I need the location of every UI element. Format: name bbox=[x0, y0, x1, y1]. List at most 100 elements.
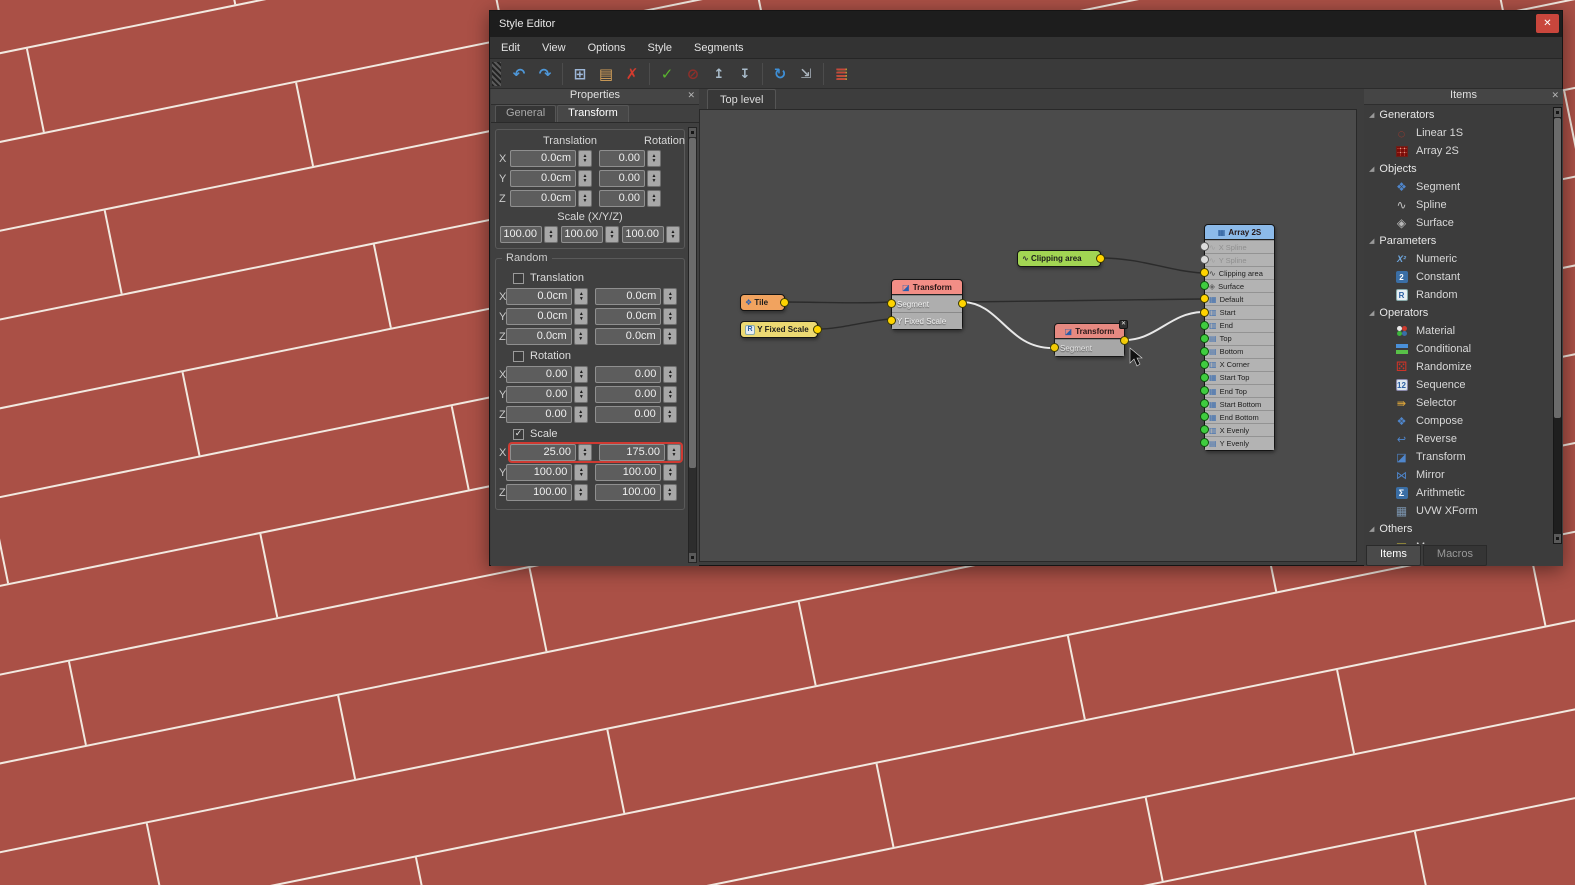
node-close-icon[interactable]: ✕ bbox=[1119, 320, 1128, 329]
array-input-default[interactable]: ▦ Default bbox=[1200, 292, 1274, 306]
menu-segments[interactable]: Segments bbox=[683, 37, 755, 58]
spinner[interactable]: ▲ ▼ bbox=[663, 288, 678, 305]
tree-item-randomize[interactable]: ⚄ Randomize bbox=[1365, 358, 1552, 376]
node-array-2s[interactable]: ▦ Array 2S ∿ X Spline ∿ Y Spline ∿ Clipping… bbox=[1200, 224, 1275, 451]
spinner[interactable]: ▲ ▼ bbox=[574, 366, 589, 383]
items-close-icon[interactable]: ✕ bbox=[1551, 90, 1559, 101]
scale-z-spinner[interactable]: ▲ ▼ bbox=[666, 226, 680, 243]
spinner[interactable]: ▲ ▼ bbox=[662, 484, 677, 501]
tab-macros[interactable]: Macros bbox=[1422, 545, 1487, 566]
random-rotation-x-min[interactable]: 0.00 bbox=[506, 366, 573, 383]
library-icon[interactable]: ≣ bbox=[829, 62, 853, 86]
delete-icon[interactable]: ✗ bbox=[620, 62, 644, 86]
random-rotation-y-min[interactable]: 0.00 bbox=[506, 386, 573, 403]
rotation-x-field[interactable]: 0.00 bbox=[599, 150, 645, 167]
tree-item-sequence[interactable]: 12 Sequence bbox=[1365, 376, 1552, 394]
properties-close-icon[interactable]: ✕ bbox=[687, 90, 695, 101]
translation-y-field[interactable]: 0.0cm bbox=[510, 170, 576, 187]
items-scrollbar[interactable] bbox=[1553, 107, 1562, 544]
apply-check-icon[interactable]: ✓ bbox=[655, 62, 679, 86]
array-input-x-spline[interactable]: ∿ X Spline bbox=[1200, 240, 1274, 254]
node-transform-2[interactable]: ◪ Transform Segment ✕ bbox=[1050, 320, 1129, 357]
spinner[interactable]: ▲ ▼ bbox=[663, 386, 678, 403]
tree-group-generators[interactable]: ◢ Generators bbox=[1365, 106, 1552, 124]
node-y-fixed-scale[interactable]: R Y Fixed Scale bbox=[740, 321, 822, 338]
rotation-z-field[interactable]: 0.00 bbox=[599, 190, 645, 207]
collapse-top-icon[interactable]: ↥ bbox=[707, 62, 731, 86]
input-port[interactable] bbox=[887, 316, 896, 325]
random-rotation-y-max[interactable]: 0.00 bbox=[595, 386, 662, 403]
input-port[interactable] bbox=[1200, 307, 1209, 317]
spinner[interactable]: ▲ ▼ bbox=[663, 366, 678, 383]
tree-item-surface[interactable]: ◈ Surface bbox=[1365, 214, 1552, 232]
array-input-y-evenly[interactable]: ▤ Y Evenly bbox=[1200, 436, 1274, 450]
output-port[interactable] bbox=[958, 299, 967, 308]
tree-item-segment[interactable]: ❖ Segment bbox=[1365, 178, 1552, 196]
tree-item-transform[interactable]: ◪ Transform bbox=[1365, 448, 1552, 466]
random-translation-x-min[interactable]: 0.0cm bbox=[506, 288, 573, 305]
spinner[interactable]: ▲ ▼ bbox=[667, 444, 681, 461]
menu-options[interactable]: Options bbox=[577, 37, 637, 58]
spinner[interactable]: ▲ ▼ bbox=[578, 444, 592, 461]
tree-item-macro[interactable]: ▩Macro bbox=[1365, 538, 1552, 544]
tree-item-conditional[interactable]: Conditional bbox=[1365, 340, 1552, 358]
input-port[interactable] bbox=[1200, 346, 1209, 356]
array-input-end-top[interactable]: ▦ End Top bbox=[1200, 384, 1274, 398]
input-port[interactable] bbox=[1200, 255, 1209, 265]
array-input-start[interactable]: ▥ Start bbox=[1200, 305, 1274, 319]
rotation-y-spinner[interactable]: ▲ ▼ bbox=[647, 170, 661, 187]
random-scale-y-max[interactable]: 100.00 bbox=[595, 464, 662, 481]
input-port[interactable] bbox=[1200, 294, 1209, 304]
paste-icon[interactable]: ▤ bbox=[594, 62, 618, 86]
properties-scrollbar[interactable] bbox=[688, 127, 697, 563]
input-port[interactable] bbox=[1200, 412, 1209, 422]
redo-icon[interactable]: ↷ bbox=[533, 62, 557, 86]
node-transform-1[interactable]: ◪ Transform Segment Y Fixed Scale bbox=[887, 279, 967, 330]
input-port[interactable] bbox=[1200, 372, 1209, 382]
tree-group-parameters[interactable]: ◢ Parameters bbox=[1365, 232, 1552, 250]
spinner[interactable]: ▲ ▼ bbox=[662, 406, 677, 423]
array-input-end[interactable]: ▥ End bbox=[1200, 318, 1274, 332]
toolbar-drag-handle[interactable] bbox=[492, 61, 501, 86]
tree-group-operators[interactable]: ◢ Operators bbox=[1365, 304, 1552, 322]
array-input-y-spline[interactable]: ∿ Y Spline bbox=[1200, 253, 1274, 267]
export-icon[interactable]: ⇲ bbox=[794, 62, 818, 86]
input-port[interactable] bbox=[1200, 425, 1209, 435]
spinner[interactable]: ▲ ▼ bbox=[573, 328, 588, 345]
spinner[interactable]: ▲ ▼ bbox=[573, 484, 588, 501]
random-scale-z-min[interactable]: 100.00 bbox=[505, 484, 572, 501]
window-titlebar[interactable]: Style Editor ✕ bbox=[490, 11, 1562, 37]
spinner[interactable]: ▲ ▼ bbox=[574, 464, 589, 481]
tree-item-material[interactable]: Material bbox=[1365, 322, 1552, 340]
input-port[interactable] bbox=[1050, 343, 1059, 352]
spinner[interactable]: ▲ ▼ bbox=[574, 386, 589, 403]
scale-y-spinner[interactable]: ▲ ▼ bbox=[605, 226, 619, 243]
array-input-start-bottom[interactable]: ▦ Start Bottom bbox=[1200, 397, 1274, 411]
rotation-y-field[interactable]: 0.00 bbox=[599, 170, 645, 187]
random-scale-x-min[interactable]: 25.00 bbox=[510, 444, 576, 461]
tree-item-numeric[interactable]: X² Numeric bbox=[1365, 250, 1552, 268]
translation-x-spinner[interactable]: ▲ ▼ bbox=[578, 150, 592, 167]
tree-item-random[interactable]: R Random bbox=[1365, 286, 1552, 304]
menu-style[interactable]: Style bbox=[637, 37, 683, 58]
translation-x-field[interactable]: 0.0cm bbox=[510, 150, 576, 167]
array-input-clipping-area[interactable]: ∿ Clipping area bbox=[1200, 266, 1274, 280]
tree-item-linear-1s[interactable]: ◌ Linear 1S bbox=[1365, 124, 1552, 142]
array-input-x-corner[interactable]: ▥ X Corner bbox=[1200, 357, 1274, 371]
random-translation-z-max[interactable]: 0.0cm bbox=[594, 328, 661, 345]
random-translation-x-max[interactable]: 0.0cm bbox=[595, 288, 662, 305]
translation-z-spinner[interactable]: ▲ ▼ bbox=[578, 190, 592, 207]
spinner[interactable]: ▲ ▼ bbox=[573, 406, 588, 423]
random-rotation-x-max[interactable]: 0.00 bbox=[595, 366, 662, 383]
random-scale-y-min[interactable]: 100.00 bbox=[506, 464, 573, 481]
random-translation-y-min[interactable]: 0.0cm bbox=[506, 308, 573, 325]
copy-icon[interactable]: ⊞ bbox=[568, 62, 592, 86]
array-input-x-evenly[interactable]: ▥ X Evenly bbox=[1200, 423, 1274, 437]
tree-group-objects[interactable]: ◢ Objects bbox=[1365, 160, 1552, 178]
rotation-x-spinner[interactable]: ▲ ▼ bbox=[647, 150, 661, 167]
scale-x-spinner[interactable]: ▲ ▼ bbox=[544, 226, 558, 243]
array-input-start-top[interactable]: ▦ Start Top bbox=[1200, 370, 1274, 385]
input-row-y-fixed-scale[interactable]: Y Fixed Scale bbox=[887, 312, 962, 329]
random-scale-checkbox[interactable] bbox=[513, 428, 524, 440]
input-port[interactable] bbox=[887, 299, 896, 308]
